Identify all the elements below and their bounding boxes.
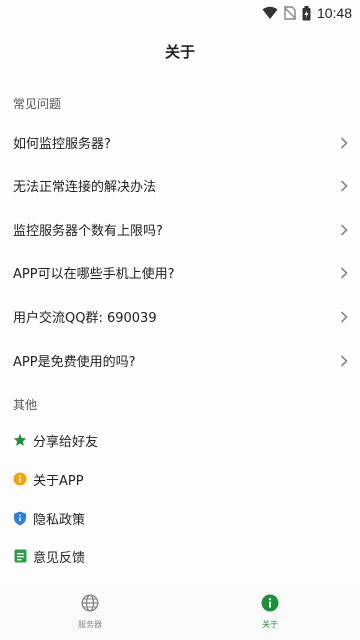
faq-section-header: 常见问题 — [13, 97, 62, 111]
faq-item-label: APP是免费使用的吗? — [13, 355, 136, 370]
faq-item-label: APP可以在哪些手机上使用? — [13, 267, 175, 282]
feedback-label: 意见反馈 — [33, 550, 86, 566]
share-to-friends-label: 分享给好友 — [33, 434, 99, 450]
faq-item-supported-phones[interactable]: APP可以在哪些手机上使用? — [0, 251, 360, 294]
about-app-item[interactable]: 关于APP — [0, 460, 360, 498]
page-title: 关于 — [164, 43, 195, 61]
info-icon — [261, 594, 279, 616]
privacy-policy-item[interactable]: 隐私政策 — [0, 499, 360, 537]
chevron-right-icon — [340, 354, 348, 367]
faq-item-connection-fix[interactable]: 无法正常连接的解决办法 — [0, 164, 360, 207]
status-time: 10:48 — [316, 5, 352, 21]
chevron-right-icon — [340, 266, 348, 279]
nav-tab-about[interactable]: 关于 — [180, 584, 360, 640]
nav-tab-about-label: 关于 — [262, 620, 278, 629]
feedback-item[interactable]: 意见反馈 — [0, 537, 360, 575]
star-icon — [13, 433, 27, 447]
nav-tab-servers-label: 服务器 — [78, 620, 102, 629]
feedback-icon — [13, 549, 27, 563]
faq-item-monitor-server[interactable]: 如何监控服务器? — [0, 121, 360, 164]
other-section-header: 其他 — [13, 398, 38, 412]
battery-icon — [302, 5, 311, 21]
share-to-friends-item[interactable]: 分享给好友 — [0, 421, 360, 459]
globe-icon — [81, 594, 99, 616]
about-screen: 10:48 关于 常见问题 如何监控服务器? 无法正常连接的解决办法 监控服务器… — [0, 0, 360, 640]
faq-item-server-limit[interactable]: 监控服务器个数有上限吗? — [0, 208, 360, 251]
faq-item-label: 如何监控服务器? — [13, 137, 111, 152]
privacy-policy-label: 隐私政策 — [33, 512, 86, 528]
chevron-right-icon — [340, 223, 348, 236]
wifi-icon — [262, 6, 278, 20]
chevron-right-icon — [340, 310, 348, 323]
nav-tab-servers[interactable]: 服务器 — [0, 584, 180, 640]
faq-item-free-usage[interactable]: APP是免费使用的吗? — [0, 339, 360, 382]
about-app-label: 关于APP — [33, 473, 84, 489]
info-icon — [13, 472, 27, 486]
faq-item-label: 无法正常连接的解决办法 — [13, 180, 157, 195]
chevron-right-icon — [340, 136, 348, 149]
faq-item-label: 监控服务器个数有上限吗? — [13, 224, 163, 239]
no-sim-icon — [283, 6, 296, 20]
status-bar: 10:48 — [0, 0, 360, 26]
chevron-right-icon — [340, 179, 348, 192]
bottom-navigation: 服务器 关于 — [0, 584, 360, 640]
faq-item-qq-group[interactable]: 用户交流QQ群: 690039 — [0, 295, 360, 338]
faq-item-label: 用户交流QQ群: 690039 — [13, 311, 157, 326]
shield-icon — [13, 511, 27, 525]
